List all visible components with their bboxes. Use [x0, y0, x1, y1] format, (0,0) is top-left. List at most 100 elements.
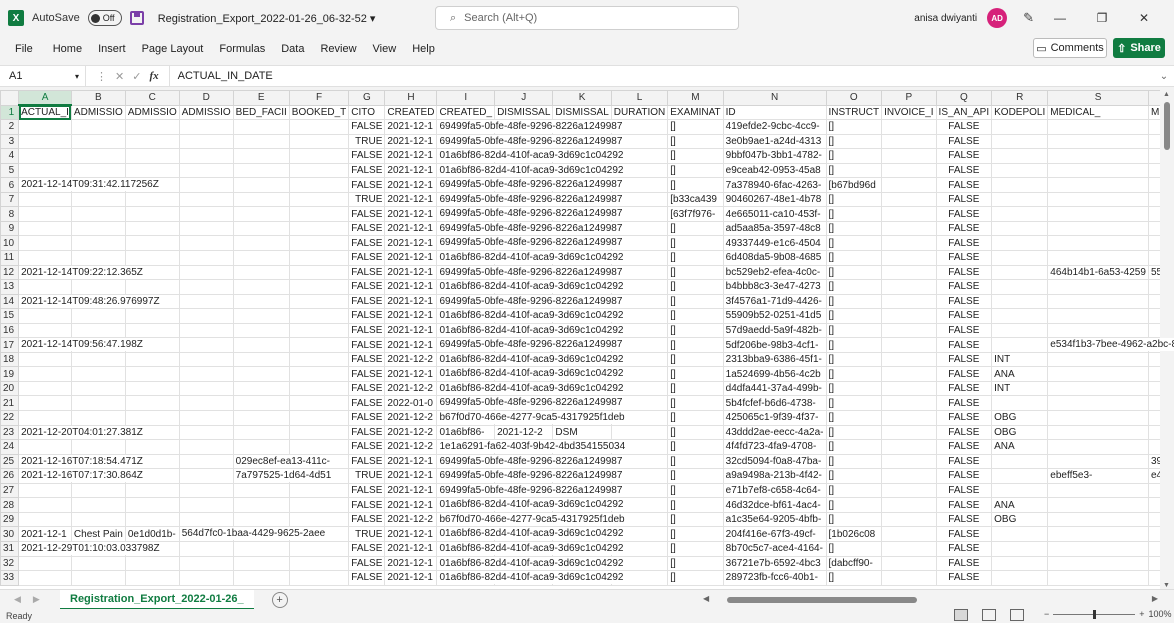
- cell[interactable]: []: [825, 351, 883, 368]
- column-header-j[interactable]: J: [494, 90, 554, 106]
- cell[interactable]: 01a6bf86-82d4-410f-aca9-3d69c1c04292: [436, 148, 624, 164]
- cell[interactable]: [b67bd96d: [825, 177, 883, 193]
- cell[interactable]: 2021-12-1: [384, 308, 438, 324]
- cell[interactable]: [881, 395, 937, 412]
- cell[interactable]: ID: [722, 104, 827, 121]
- cell[interactable]: 69499fa5-0bfe-48fe-9296-8226a1249987: [436, 453, 623, 470]
- cell[interactable]: []: [825, 570, 883, 586]
- row-header[interactable]: 12: [0, 264, 20, 281]
- cell[interactable]: 2021-12-1: [384, 555, 438, 572]
- cell[interactable]: TRUE: [348, 526, 386, 542]
- cell[interactable]: [1047, 250, 1149, 266]
- cell[interactable]: []: [825, 410, 883, 426]
- spreadsheet-grid[interactable]: ABCDEFGHIJKLMNOPQRSTUVWX 1ACTUAL_IADMISS…: [0, 90, 1174, 590]
- cell[interactable]: [232, 555, 290, 572]
- zoom-in-icon[interactable]: +: [1139, 609, 1144, 619]
- cell[interactable]: DURATION: [610, 104, 669, 121]
- row-header[interactable]: 8: [0, 206, 20, 222]
- row-header[interactable]: 30: [0, 526, 20, 542]
- row-header[interactable]: 7: [0, 191, 20, 208]
- zoom-slider[interactable]: [1053, 609, 1136, 619]
- cell[interactable]: 029ec8ef-ea13-411c-: [232, 453, 330, 470]
- cell[interactable]: [18, 497, 72, 513]
- cell[interactable]: [232, 162, 290, 179]
- cell[interactable]: [881, 351, 937, 368]
- cell[interactable]: [991, 133, 1049, 150]
- cell[interactable]: [288, 220, 350, 237]
- cell[interactable]: FALSE: [935, 322, 993, 339]
- cell[interactable]: 2021-12-14T09:48:26.976997Z: [18, 293, 160, 310]
- cell[interactable]: [288, 482, 350, 499]
- cell[interactable]: FALSE: [935, 540, 993, 557]
- cell[interactable]: [178, 308, 234, 324]
- cell[interactable]: 2021-12-1: [384, 453, 438, 470]
- cell[interactable]: []: [667, 337, 724, 353]
- cell[interactable]: 425065c1-9f39-4f37-: [722, 410, 827, 426]
- cell[interactable]: []: [667, 497, 724, 513]
- row-header[interactable]: 24: [0, 439, 20, 455]
- cell[interactable]: []: [825, 439, 883, 455]
- cell[interactable]: FALSE: [348, 162, 386, 179]
- cell[interactable]: []: [667, 162, 724, 179]
- cell[interactable]: FALSE: [935, 366, 993, 382]
- cell[interactable]: 69499fa5-0bfe-48fe-9296-8226a1249987: [436, 337, 623, 353]
- cell[interactable]: [991, 482, 1049, 499]
- cell[interactable]: [881, 133, 937, 150]
- cell[interactable]: b67f0d70-466e-4277-9ca5-4317925f1deb: [436, 410, 625, 426]
- cell[interactable]: [991, 250, 1049, 266]
- cell[interactable]: [881, 250, 937, 266]
- cell[interactable]: [124, 119, 180, 135]
- cell[interactable]: [124, 497, 180, 513]
- cell[interactable]: 2021-12-2: [384, 351, 438, 368]
- cell[interactable]: [232, 250, 290, 266]
- cell[interactable]: [881, 366, 937, 382]
- cell[interactable]: [178, 235, 234, 252]
- row-header[interactable]: 23: [0, 424, 20, 441]
- cell[interactable]: FALSE: [935, 308, 993, 324]
- cell[interactable]: 2021-12-1: [384, 148, 438, 164]
- cell[interactable]: [991, 468, 1049, 484]
- cell[interactable]: FALSE: [935, 380, 993, 397]
- cell[interactable]: [18, 555, 72, 572]
- cell[interactable]: 01a6bf86-82d4-410f-aca9-3d69c1c04292: [436, 351, 624, 368]
- cell[interactable]: FALSE: [935, 570, 993, 586]
- cell[interactable]: [232, 308, 290, 324]
- cell[interactable]: [70, 250, 126, 266]
- cell[interactable]: 2021-12-1: [384, 497, 438, 513]
- cancel-icon[interactable]: ✕: [115, 70, 124, 83]
- cell[interactable]: [124, 279, 180, 295]
- cell[interactable]: [178, 162, 234, 179]
- cell[interactable]: BED_FACII: [232, 104, 290, 121]
- cell[interactable]: [124, 482, 180, 499]
- cell[interactable]: [288, 322, 350, 339]
- cell[interactable]: []: [825, 133, 883, 150]
- cell[interactable]: INSTRUCT: [825, 104, 883, 121]
- cell[interactable]: [70, 410, 126, 426]
- cell[interactable]: 2021-12-1: [384, 468, 438, 484]
- column-header-h[interactable]: H: [384, 90, 438, 106]
- cell[interactable]: [b33ca439: [667, 191, 724, 208]
- cell[interactable]: [124, 395, 180, 412]
- column-header-g[interactable]: G: [348, 90, 386, 106]
- cell[interactable]: 3f4576a1-71d9-4426-: [722, 293, 827, 310]
- cell[interactable]: [288, 570, 350, 586]
- cell[interactable]: [288, 337, 350, 353]
- cell[interactable]: [178, 497, 234, 513]
- cell[interactable]: [288, 235, 350, 252]
- cell[interactable]: [1047, 351, 1149, 368]
- row-header[interactable]: 15: [0, 308, 20, 324]
- cell[interactable]: [288, 424, 350, 441]
- cell[interactable]: 2021-12-1: [384, 337, 438, 353]
- vertical-scroll-thumb[interactable]: [1164, 102, 1170, 150]
- cell[interactable]: FALSE: [935, 279, 993, 295]
- cell[interactable]: EXAMINAT: [667, 104, 724, 121]
- cell[interactable]: FALSE: [348, 206, 386, 222]
- cell[interactable]: [178, 133, 234, 150]
- cell[interactable]: [991, 337, 1049, 353]
- cell[interactable]: FALSE: [935, 395, 993, 412]
- cell[interactable]: 01a6bf86-82d4-410f-aca9-3d69c1c04292: [436, 279, 624, 295]
- menu-data[interactable]: Data: [273, 43, 312, 55]
- cell[interactable]: [124, 162, 180, 179]
- menu-review[interactable]: Review: [312, 43, 364, 55]
- cell[interactable]: [232, 293, 290, 310]
